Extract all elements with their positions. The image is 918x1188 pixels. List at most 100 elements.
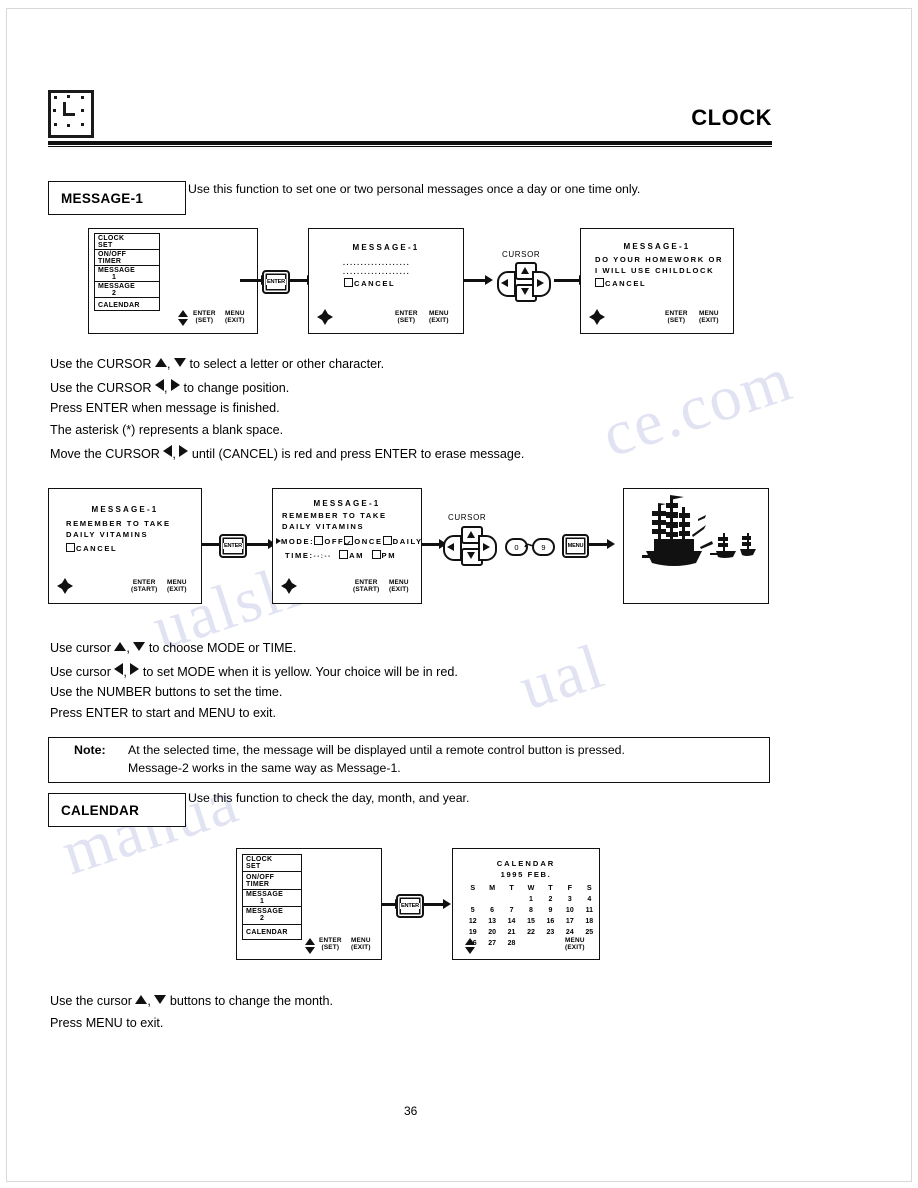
section-label-message1: MESSAGE-1 (48, 181, 186, 215)
osd-time-option-am[interactable]: AM (349, 551, 364, 560)
cursor-pad[interactable] (497, 262, 551, 302)
tv-picture-ships (623, 488, 769, 604)
calendar-weekday: W (527, 883, 535, 892)
menu-item-clock-set[interactable]: CLOCK SET (95, 234, 159, 250)
instruction-line: Use the CURSOR , to change position. (50, 379, 290, 395)
cursor-diamond-icon (57, 578, 73, 594)
enter-button[interactable]: ENTER (262, 270, 290, 294)
osd-cancel-label: CANCEL (76, 544, 118, 553)
menu-item-line1: CLOCK (98, 234, 125, 242)
osd-footer-enter-sub: (START) (353, 585, 380, 593)
osd-footer-menu: MENU (EXIT) (389, 579, 409, 593)
calendar-weekday: T (509, 883, 514, 892)
osd-mode-row[interactable]: MODE: OFF ONCE DAILY (276, 536, 423, 546)
arrow-up-icon (114, 642, 127, 651)
instruction-line: Use cursor , to set MODE when it is yell… (50, 663, 458, 679)
menu-item-calendar[interactable]: CALENDAR (243, 925, 301, 941)
menu-item-onoff-timer[interactable]: ON/OFF TIMER (243, 872, 301, 890)
osd-cancel-option[interactable]: CANCEL (595, 278, 646, 288)
osd-cancel-option[interactable]: CANCEL (344, 278, 395, 288)
osd-mode-option-once[interactable]: ONCE (354, 537, 382, 546)
note-text: At the selected time, the message will b… (128, 742, 625, 778)
enter-button[interactable]: ENTER (219, 534, 247, 558)
menu-item-message-2[interactable]: MESSAGE 2 (243, 907, 301, 925)
osd-message-childlock: MESSAGE-1 DO YOUR HOMEWORK OR I WILL USE… (580, 228, 734, 334)
osd-cancel-option[interactable]: CANCEL (66, 543, 117, 553)
osd-mode-option-daily[interactable]: DAILY (393, 537, 423, 546)
calendar-weekday: S (586, 883, 592, 892)
osd-message-line2: DAILY VITAMINS (66, 530, 149, 539)
osd-cancel-label: CANCEL (354, 279, 396, 288)
osd-title: MESSAGE-1 (313, 499, 381, 508)
menu-item-line1: CALENDAR (246, 929, 288, 937)
osd-time-value[interactable]: --:-- (314, 554, 332, 560)
calendar-week-row: 5 6 7 8 9 10 11 (463, 906, 599, 917)
menu-item-clock-set[interactable]: CLOCK SET (243, 855, 301, 873)
instruction-line: The asterisk (*) represents a blank spac… (50, 423, 284, 437)
calendar-day: 10 (565, 906, 574, 914)
calendar-day: 9 (548, 906, 553, 914)
menu-item-line2: 2 (112, 289, 117, 297)
calendar-weekday: F (567, 883, 573, 892)
note-line1: At the selected time, the message will b… (128, 743, 625, 757)
calendar-day (482, 895, 501, 906)
osd-footer-menu: MENU (EXIT) (351, 937, 371, 951)
number-button-9[interactable]: 9 (532, 538, 555, 556)
cursor-right-button[interactable] (478, 535, 497, 561)
checkbox-icon[interactable] (66, 543, 75, 552)
section-label-text: MESSAGE-1 (61, 190, 144, 206)
menu-item-line1: CALENDAR (98, 301, 140, 309)
osd-message-line1: REMEMBER TO TAKE (66, 519, 171, 528)
osd-footer-enter: ENTER (START) (353, 579, 380, 593)
menu-item-onoff-timer[interactable]: ON/OFF TIMER (95, 250, 159, 266)
osd-time-option-pm[interactable]: PM (382, 551, 397, 560)
calendar-day: 8 (529, 906, 533, 914)
checkbox-checked-icon[interactable] (344, 536, 354, 545)
page-number: 36 (404, 1104, 418, 1118)
menu-item-line2: TIMER (98, 257, 122, 265)
checkbox-icon[interactable] (344, 278, 353, 287)
cursor-diamond-icon (589, 309, 605, 325)
menu-item-message-1[interactable]: MESSAGE 1 (243, 890, 301, 908)
osd-time-row[interactable]: TIME:--:-- AM PM (285, 550, 396, 560)
menu-item-message-2[interactable]: MESSAGE 2 (95, 282, 159, 298)
cursor-left-button[interactable] (497, 271, 516, 297)
cursor-right-button[interactable] (532, 271, 551, 297)
cursor-caption: CURSOR (502, 250, 541, 259)
arrow-right-icon (179, 445, 189, 457)
checkbox-icon[interactable] (339, 550, 349, 559)
calendar-day: 17 (565, 917, 574, 925)
osd-footer-enter-sub: (SET) (667, 316, 686, 324)
calendar-day: 4 (587, 895, 592, 903)
osd-message-vitamins: MESSAGE-1 REMEMBER TO TAKE DAILY VITAMIN… (48, 488, 202, 604)
checkbox-icon[interactable] (371, 550, 381, 559)
osd-footer-menu: MENU (EXIT) (225, 310, 245, 324)
menu-item-message-1[interactable]: MESSAGE 1 (95, 266, 159, 282)
osd-title: MESSAGE-1 (352, 243, 420, 252)
calendar-day (463, 895, 482, 906)
calendar-day: 15 (527, 917, 535, 925)
menu-item-line1: MESSAGE (98, 282, 136, 290)
checkbox-icon[interactable] (314, 536, 324, 545)
osd-message-line2: I WILL USE CHILDLOCK (595, 266, 715, 275)
menu-item-line2: 2 (260, 915, 265, 923)
osd-dots-line2: ................... (343, 269, 411, 276)
osd-footer-enter-sub: (SET) (397, 316, 416, 324)
osd-footer-menu-sub: (EXIT) (351, 943, 371, 951)
flow-arrow (464, 275, 493, 285)
osd-message-blank: MESSAGE-1 ................... ..........… (308, 228, 464, 334)
osd-mode-label: MODE: (281, 537, 315, 546)
menu-list: CLOCK SET ON/OFF TIMER MESSAGE 1 MESSAGE… (94, 233, 160, 311)
enter-button[interactable]: ENTER (396, 894, 424, 918)
calendar-day: 5 (470, 906, 475, 914)
osd-mode-option-off[interactable]: OFF (324, 537, 344, 546)
instruction-line: Press ENTER to start and MENU to exit. (50, 706, 277, 720)
cursor-left-button[interactable] (443, 535, 462, 561)
checkbox-icon[interactable] (595, 278, 604, 287)
osd-footer-enter: ENTER (SET) (193, 310, 216, 324)
menu-item-line1: CLOCK (246, 856, 273, 864)
cursor-pad[interactable] (443, 526, 497, 566)
menu-button[interactable]: MENU (562, 534, 589, 558)
checkbox-icon[interactable] (382, 536, 392, 545)
menu-item-calendar[interactable]: CALENDAR (95, 298, 159, 312)
